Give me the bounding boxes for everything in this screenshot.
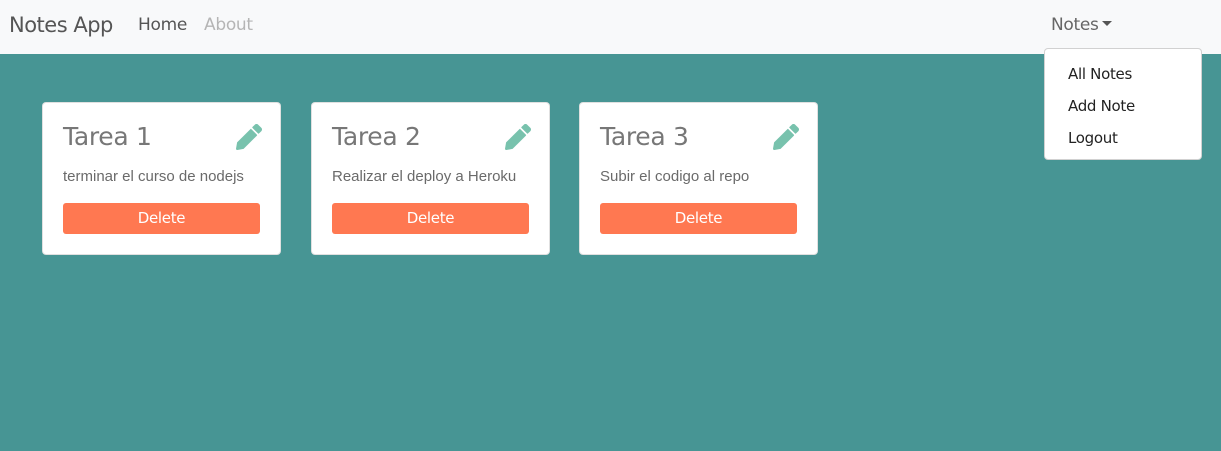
delete-button[interactable]: Delete <box>332 203 529 234</box>
pencil-icon[interactable] <box>505 124 531 150</box>
delete-button[interactable]: Delete <box>63 203 260 234</box>
note-title: Tarea 1 <box>63 122 152 151</box>
nav-link-home[interactable]: Home <box>138 15 187 35</box>
delete-button[interactable]: Delete <box>600 203 797 234</box>
note-card: Tarea 3 Subir el codigo al repo Delete <box>579 102 818 255</box>
dropdown-item-logout[interactable]: Logout <box>1045 122 1201 154</box>
note-card: Tarea 1 terminar el curso de nodejs Dele… <box>42 102 281 255</box>
dropdown-item-add-note[interactable]: Add Note <box>1045 90 1201 122</box>
nav-link-about[interactable]: About <box>204 15 253 35</box>
brand-link[interactable]: Notes App <box>9 12 113 38</box>
caret-down-icon <box>1101 21 1112 26</box>
notes-dropdown-label: Notes <box>1051 15 1099 35</box>
dropdown-item-all-notes[interactable]: All Notes <box>1045 58 1201 90</box>
pencil-icon[interactable] <box>236 124 262 150</box>
note-description: Subir el codigo al repo <box>600 168 750 185</box>
notes-dropdown-toggle[interactable]: Notes <box>1051 15 1112 35</box>
note-title: Tarea 3 <box>600 122 689 151</box>
note-description: terminar el curso de nodejs <box>63 168 244 185</box>
pencil-icon[interactable] <box>773 124 799 150</box>
notes-dropdown-menu: All Notes Add Note Logout <box>1044 48 1202 160</box>
note-card: Tarea 2 Realizar el deploy a Heroku Dele… <box>311 102 550 255</box>
navbar: Notes App Home About Notes <box>0 0 1221 54</box>
note-title: Tarea 2 <box>332 122 421 151</box>
note-description: Realizar el deploy a Heroku <box>332 168 517 185</box>
